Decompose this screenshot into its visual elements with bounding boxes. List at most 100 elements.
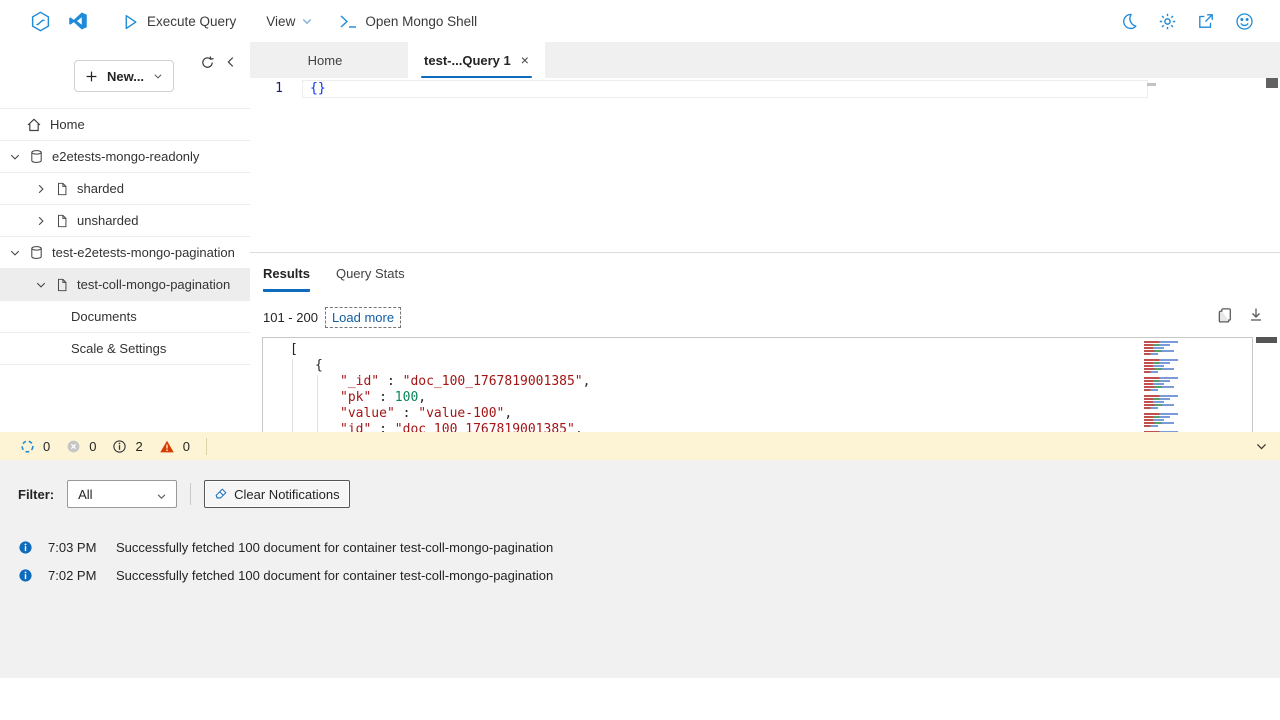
load-more-button[interactable]: Load more <box>325 307 401 328</box>
refresh-button[interactable] <box>200 55 215 73</box>
info-icon <box>112 439 127 454</box>
sidebar-item-home[interactable]: Home <box>0 108 250 140</box>
tree-item-label: sharded <box>77 181 124 196</box>
download-icon <box>1248 307 1264 323</box>
tab-query-stats[interactable]: Query Stats <box>336 266 405 292</box>
resource-tree-sidebar: New... <box>0 42 250 432</box>
smiley-icon <box>1235 12 1254 31</box>
results-pane: Results Query Stats 101 - 200 Load more <box>250 252 1280 432</box>
document-tabbar: Home test-...Query 1 × <box>250 42 1280 78</box>
indent-guide <box>292 359 293 432</box>
plus-icon <box>85 70 98 83</box>
divider <box>206 438 207 455</box>
collapse-notifications-button[interactable] <box>1255 440 1268 453</box>
chevron-down-icon <box>153 71 163 81</box>
results-tabbar: Results Query Stats <box>250 253 1280 292</box>
notification-message: Successfully fetched 100 document for co… <box>116 568 553 583</box>
tree-item-documents[interactable]: Documents <box>0 300 250 332</box>
play-icon <box>122 13 139 30</box>
clear-notifications-label: Clear Notifications <box>234 487 340 502</box>
clear-notifications-button[interactable]: Clear Notifications <box>204 480 350 508</box>
open-mongo-shell-button[interactable]: Open Mongo Shell <box>339 14 477 29</box>
info-count[interactable]: 2 <box>112 439 142 454</box>
query-editor[interactable]: 1 {} <box>250 78 1280 252</box>
editor-minimap <box>1147 83 1156 86</box>
theme-toggle-button[interactable] <box>1120 12 1138 30</box>
filter-select[interactable]: All <box>67 480 177 508</box>
new-button[interactable]: New... <box>74 60 174 92</box>
error-count[interactable]: 0 <box>66 439 96 454</box>
home-icon <box>26 117 42 133</box>
notification-message: Successfully fetched 100 document for co… <box>116 540 553 555</box>
bottom-strip <box>0 678 1280 720</box>
feedback-button[interactable] <box>1235 12 1254 31</box>
settings-button[interactable] <box>1158 12 1177 31</box>
copy-results-button[interactable] <box>1217 307 1234 324</box>
moon-icon <box>1120 12 1138 30</box>
query-text: {} <box>310 81 326 96</box>
open-in-new-icon <box>1197 12 1215 30</box>
chevron-down-icon[interactable] <box>34 279 48 291</box>
collection-icon <box>55 214 69 228</box>
indent-guide <box>317 375 318 432</box>
open-in-new-window-button[interactable] <box>1197 12 1215 30</box>
tree-item-unsharded[interactable]: unsharded <box>0 204 250 236</box>
loading-count-value: 0 <box>43 439 50 454</box>
chevron-down-icon <box>1255 440 1268 453</box>
notification-statusbar[interactable]: 0 0 2 0 <box>0 432 1280 460</box>
database-icon <box>29 245 44 260</box>
close-tab-icon[interactable]: × <box>521 53 529 67</box>
chevron-down-icon[interactable] <box>8 247 22 259</box>
download-results-button[interactable] <box>1248 307 1264 324</box>
tree-item-label: test-e2etests-mongo-pagination <box>52 245 235 260</box>
tab-results[interactable]: Results <box>263 266 310 292</box>
copy-icon <box>1217 307 1234 324</box>
tab-query-label: test-...Query 1 <box>424 53 511 68</box>
notification-item[interactable]: 7:03 PM Successfully fetched 100 documen… <box>18 533 1280 561</box>
chevron-right-icon[interactable] <box>34 183 48 195</box>
main-panel: Home test-...Query 1 × 1 {} Results Quer <box>250 42 1280 432</box>
cosmosdb-logo-icon <box>30 11 51 32</box>
execute-query-button[interactable]: Execute Query <box>122 13 236 30</box>
tree-item-scale-settings[interactable]: Scale & Settings <box>0 332 250 364</box>
database-icon <box>29 149 44 164</box>
line-number: 1 <box>250 81 283 96</box>
info-icon <box>18 568 33 583</box>
info-icon <box>18 540 33 555</box>
results-minimap <box>1144 341 1190 432</box>
loading-icon <box>20 439 35 454</box>
results-scrollbar[interactable] <box>1256 337 1277 343</box>
chevron-down-icon[interactable] <box>8 151 22 163</box>
app-window: Execute Query View Open Mongo Shell <box>0 0 1280 720</box>
view-menu-button[interactable]: View <box>266 14 313 29</box>
gear-icon <box>1158 12 1177 31</box>
editor-scrollbar[interactable] <box>1266 78 1278 88</box>
toolbar: Execute Query View Open Mongo Shell <box>0 0 1280 42</box>
collection-icon <box>55 182 69 196</box>
notifications-panel: Filter: All Clear Notifications <box>0 460 1280 678</box>
tree-item-database-readonly[interactable]: e2etests-mongo-readonly <box>0 140 250 172</box>
new-button-label: New... <box>107 69 144 84</box>
warning-count-value: 0 <box>183 439 190 454</box>
notification-item[interactable]: 7:02 PM Successfully fetched 100 documen… <box>18 561 1280 589</box>
execute-query-label: Execute Query <box>147 14 236 29</box>
view-label: View <box>266 14 295 29</box>
loading-count[interactable]: 0 <box>20 439 50 454</box>
eraser-icon <box>214 487 228 501</box>
results-json: [{"_id" : "doc_100_1767819001385","pk" :… <box>290 342 1252 432</box>
tab-query[interactable]: test-...Query 1 × <box>408 42 545 78</box>
warning-count[interactable]: 0 <box>159 439 190 454</box>
warning-icon <box>159 439 175 454</box>
chevron-right-icon[interactable] <box>34 215 48 227</box>
tree-item-label: Scale & Settings <box>71 341 166 356</box>
results-json-editor[interactable]: [{"_id" : "doc_100_1767819001385","pk" :… <box>262 337 1253 432</box>
tree-item-sharded[interactable]: sharded <box>0 172 250 204</box>
tree-item-database-pagination[interactable]: test-e2etests-mongo-pagination <box>0 236 250 268</box>
notification-time: 7:03 PM <box>48 540 100 555</box>
tree-item-collection-pagination[interactable]: test-coll-mongo-pagination <box>0 268 250 300</box>
terminal-icon <box>339 14 357 29</box>
pagination-row: 101 - 200 Load more <box>263 304 1280 330</box>
info-count-value: 2 <box>135 439 142 454</box>
collapse-sidebar-button[interactable] <box>224 55 238 72</box>
tab-home[interactable]: Home <box>283 42 367 78</box>
